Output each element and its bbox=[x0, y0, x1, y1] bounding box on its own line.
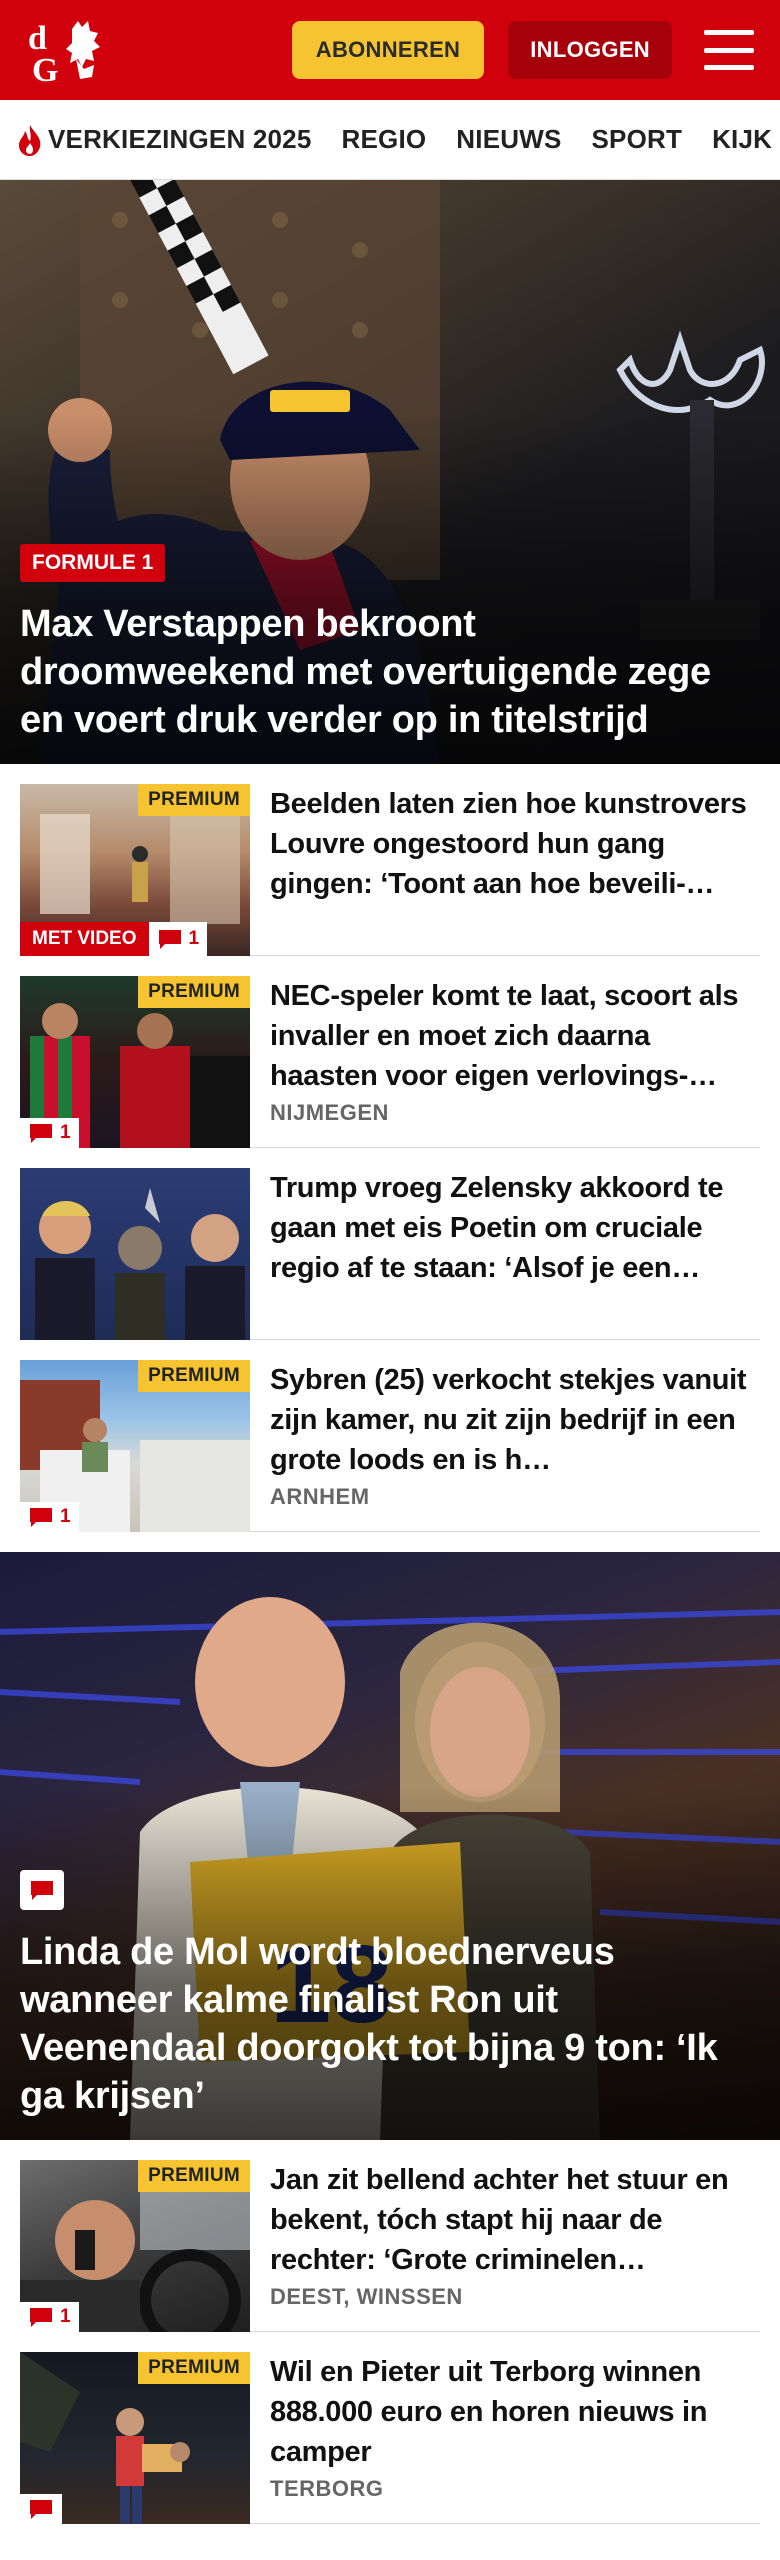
list-item[interactable]: PREMIUM MET VIDEO 1 Beelden laten zien h… bbox=[20, 764, 760, 956]
logo-icon: d G bbox=[28, 20, 100, 85]
thumb-badges: 1 bbox=[20, 1118, 79, 1148]
comment-icon bbox=[30, 2500, 52, 2519]
thumb-badges bbox=[20, 2494, 62, 2524]
hero-title[interactable]: Max Verstappen bekroont droomweekend met… bbox=[20, 600, 750, 744]
premium-badge: PREMIUM bbox=[138, 1360, 250, 1392]
article-thumbnail: PREMIUM MET VIDEO 1 bbox=[20, 784, 250, 956]
comment-count: 1 bbox=[188, 928, 200, 949]
hero-text: Linda de Mol wordt bloednerveus wanneer … bbox=[20, 1870, 750, 2120]
comment-count-badge: 1 bbox=[20, 1118, 79, 1148]
hero-article-linda[interactable]: 18 Linda de Mol wordt bloednerveus wanne… bbox=[0, 1552, 780, 2140]
nav-item-regio[interactable]: REGIO bbox=[342, 124, 427, 155]
comment-count: 1 bbox=[60, 1506, 71, 1527]
premium-badge: PREMIUM bbox=[138, 2160, 250, 2192]
comment-icon bbox=[30, 1508, 52, 1527]
main-nav: VERKIEZINGEN 2025 REGIO NIEUWS SPORT KIJ… bbox=[0, 100, 780, 180]
article-location: NIJMEGEN bbox=[270, 1100, 389, 1125]
article-title[interactable]: NEC-speler komt te laat, scoort als inva… bbox=[270, 976, 760, 1096]
premium-badge: PREMIUM bbox=[138, 2352, 250, 2384]
nav-label: VERKIEZINGEN 2025 bbox=[48, 124, 312, 154]
site-header: d G ABONNEREN INLOGGEN bbox=[0, 0, 780, 100]
nav-item-kijk[interactable]: KIJK bbox=[712, 124, 772, 155]
article-title[interactable]: Jan zit bellend achter het stuur en beke… bbox=[270, 2160, 760, 2280]
article-location: ARNHEM bbox=[270, 1484, 370, 1509]
article-title[interactable]: Wil en Pieter uit Terborg winnen 888.000… bbox=[270, 2352, 760, 2472]
article-thumbnail: PREMIUM 1 bbox=[20, 976, 250, 1148]
subscribe-button[interactable]: ABONNEREN bbox=[291, 21, 485, 79]
article-location: TERBORG bbox=[270, 2476, 384, 2501]
comment-count: 1 bbox=[60, 2306, 71, 2327]
hero-article-formule1[interactable]: FORMULE 1 Max Verstappen bekroont droomw… bbox=[0, 180, 780, 764]
article-title[interactable]: Sybren (25) verkocht stekjes vanuit zijn… bbox=[270, 1360, 760, 1480]
flame-icon bbox=[19, 124, 41, 156]
comment-icon bbox=[30, 1124, 52, 1143]
article-thumbnail bbox=[20, 1168, 250, 1340]
hero-text: FORMULE 1 Max Verstappen bekroont droomw… bbox=[20, 544, 750, 744]
list-item[interactable]: Trump vroeg Zelensky akkoord te gaan met… bbox=[20, 1148, 760, 1340]
thumb-badges: 1 bbox=[20, 1502, 79, 1532]
comment-count-badge: 1 bbox=[20, 1502, 79, 1532]
thumbnail-image bbox=[20, 1168, 250, 1340]
comment-icon bbox=[158, 930, 181, 949]
list-item[interactable]: PREMIUM 1 Jan zit bellend achter het stu… bbox=[20, 2140, 760, 2332]
list-item[interactable]: PREMIUM 1 NEC-speler komt te laat, scoor… bbox=[20, 956, 760, 1148]
comment-count: 1 bbox=[60, 1122, 71, 1143]
article-title[interactable]: Trump vroeg Zelensky akkoord te gaan met… bbox=[270, 1168, 760, 1288]
site-logo[interactable]: d G bbox=[26, 15, 116, 85]
comment-badge bbox=[20, 2494, 62, 2524]
premium-badge: PREMIUM bbox=[138, 976, 250, 1008]
menu-icon[interactable] bbox=[704, 30, 754, 70]
nav-item-sport[interactable]: SPORT bbox=[592, 124, 683, 155]
comment-icon bbox=[30, 2308, 52, 2327]
article-thumbnail: PREMIUM 1 bbox=[20, 2160, 250, 2332]
article-list: PREMIUM 1 Jan zit bellend achter het stu… bbox=[0, 2140, 780, 2524]
article-thumbnail: PREMIUM bbox=[20, 2352, 250, 2524]
list-item[interactable]: PREMIUM Wil en Pieter uit Terborg winnen… bbox=[20, 2332, 760, 2524]
list-item[interactable]: PREMIUM 1 Sybren (25) verkocht stekjes v… bbox=[20, 1340, 760, 1532]
nav-item-verkiezingen[interactable]: VERKIEZINGEN 2025 bbox=[16, 123, 312, 157]
category-tag: FORMULE 1 bbox=[20, 544, 166, 582]
thumb-badges: 1 bbox=[20, 2302, 79, 2332]
premium-badge: PREMIUM bbox=[138, 784, 250, 816]
hero-title[interactable]: Linda de Mol wordt bloednerveus wanneer … bbox=[20, 1928, 750, 2120]
comment-icon bbox=[31, 1881, 53, 1900]
svg-text:G: G bbox=[32, 52, 58, 85]
comment-badge bbox=[20, 1870, 64, 1910]
article-title[interactable]: Beelden laten zien hoe kunstro­vers Louv… bbox=[270, 784, 760, 904]
article-list: PREMIUM MET VIDEO 1 Beelden laten zien h… bbox=[0, 764, 780, 1532]
comment-count-badge: 1 bbox=[148, 922, 208, 956]
thumb-badges: MET VIDEO 1 bbox=[20, 922, 208, 956]
nav-item-nieuws[interactable]: NIEUWS bbox=[456, 124, 561, 155]
article-thumbnail: PREMIUM 1 bbox=[20, 1360, 250, 1532]
video-badge: MET VIDEO bbox=[20, 922, 149, 956]
comment-count-badge: 1 bbox=[20, 2302, 79, 2332]
article-location: DEEST, WINSSEN bbox=[270, 2284, 463, 2309]
login-button[interactable]: INLOGGEN bbox=[508, 21, 672, 79]
